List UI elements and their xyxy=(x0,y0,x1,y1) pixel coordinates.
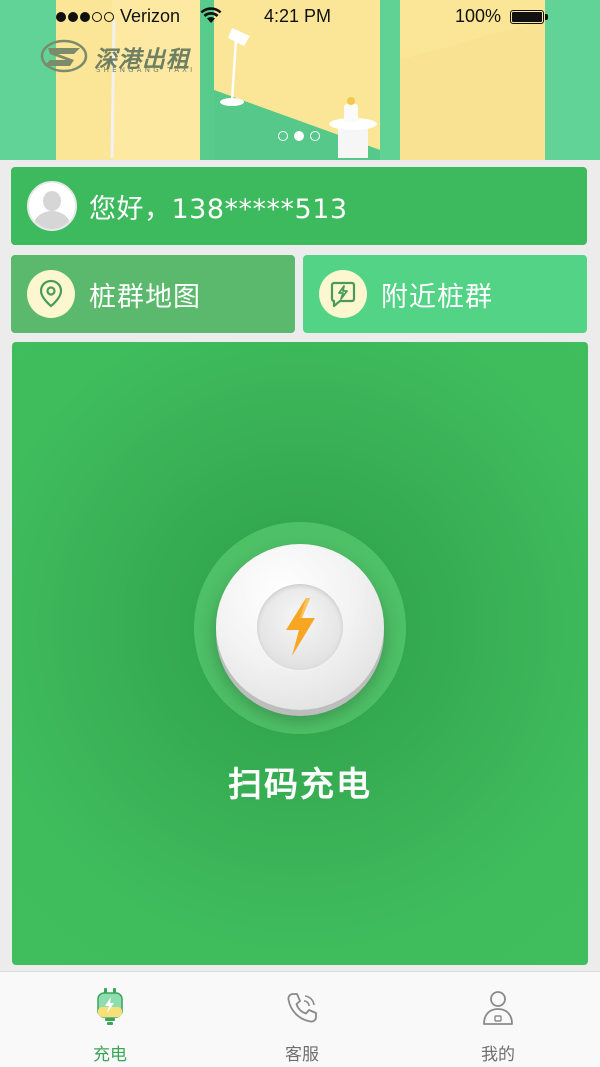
user-icon xyxy=(478,986,518,1030)
tab-profile[interactable]: 我的 xyxy=(398,972,598,1067)
carrier-info: Verizon xyxy=(56,6,180,27)
scan-charge-panel: 扫码充电 xyxy=(12,342,588,965)
nearby-charger-icon xyxy=(319,270,367,318)
location-pin-icon xyxy=(27,270,75,318)
pager-dot[interactable] xyxy=(310,131,320,141)
battery-icon xyxy=(510,10,548,24)
scan-charge-button[interactable] xyxy=(194,522,406,734)
tab-customer-service[interactable]: 客服 xyxy=(202,972,402,1067)
lightning-icon xyxy=(286,598,315,656)
logo-english-text: SHENGANG TAXI xyxy=(96,66,196,74)
tab-charge[interactable]: 充电 xyxy=(10,972,210,1067)
pile-map-label: 桩群地图 xyxy=(89,281,201,313)
status-bar: Verizon 4:21 PM 100% xyxy=(0,0,600,34)
nearby-piles-button[interactable]: 附近桩群 xyxy=(303,255,587,333)
carrier-name: Verizon xyxy=(120,6,181,26)
tab-charge-label: 充电 xyxy=(93,1045,127,1065)
signal-strength-icon xyxy=(56,11,114,22)
carousel-pager[interactable] xyxy=(278,131,320,141)
banner-carousel[interactable]: Verizon 4:21 PM 100% 深港出租 SHENGANG TAXI xyxy=(0,0,600,160)
battery-percent: 100% xyxy=(455,6,502,26)
scan-button-knob[interactable] xyxy=(216,544,384,710)
pager-dot-active[interactable] xyxy=(294,131,304,141)
company-logo: 深港出租 SHENGANG TAXI xyxy=(40,38,200,78)
pile-map-button[interactable]: 桩群地图 xyxy=(11,255,295,333)
knob-center xyxy=(257,584,343,670)
charger-icon xyxy=(90,986,130,1030)
greeting-text: 您好，138*****513 xyxy=(89,193,348,225)
avatar[interactable] xyxy=(27,181,77,231)
wifi-icon xyxy=(200,7,222,23)
status-time: 4:21 PM xyxy=(264,6,332,26)
nearby-piles-label: 附近桩群 xyxy=(381,281,493,313)
phone-icon xyxy=(282,986,322,1030)
tab-customer-service-label: 客服 xyxy=(285,1045,319,1065)
user-greeting-card[interactable]: 您好，138*****513 xyxy=(11,167,587,245)
app-screen: Verizon 4:21 PM 100% 深港出租 SHENGANG TAXI xyxy=(0,0,600,1067)
pager-dot[interactable] xyxy=(278,131,288,141)
tab-profile-label: 我的 xyxy=(481,1045,515,1065)
bottom-tab-bar: 充电 客服 我的 xyxy=(0,971,600,1067)
taxi-logo-icon xyxy=(40,39,88,73)
scan-charge-label[interactable]: 扫码充电 xyxy=(12,757,588,806)
